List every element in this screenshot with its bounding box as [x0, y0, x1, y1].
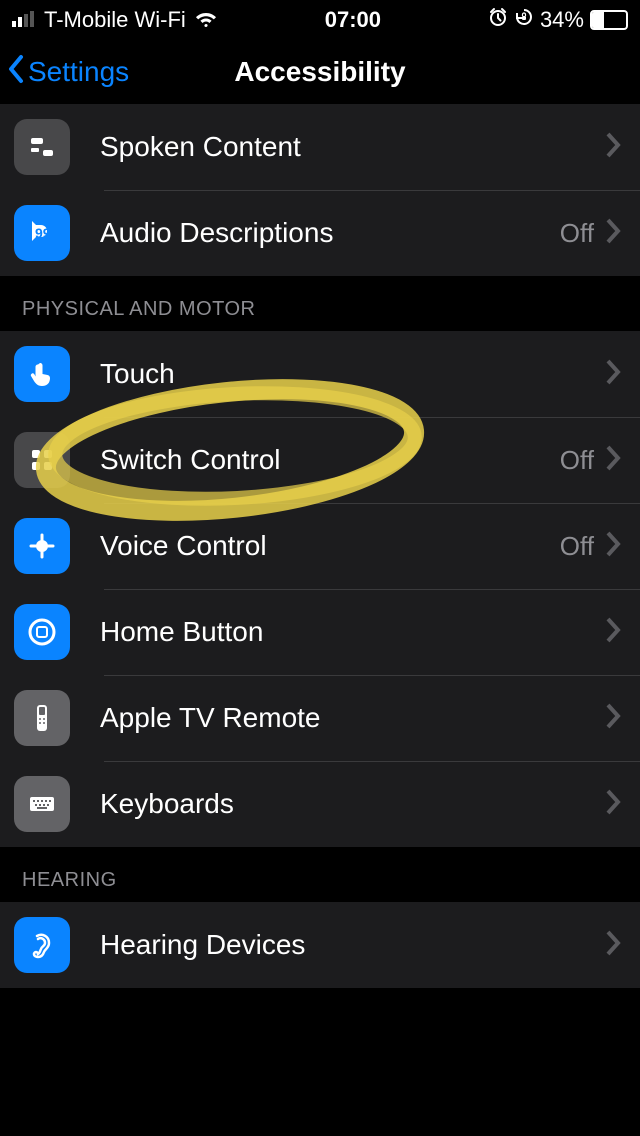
- clock: 07:00: [325, 7, 381, 33]
- group-header-hearing: HEARING: [0, 847, 640, 902]
- row-label: Voice Control: [100, 530, 560, 562]
- back-button[interactable]: Settings: [0, 54, 129, 91]
- row-label: Switch Control: [100, 444, 560, 476]
- battery-pct: 34%: [540, 7, 584, 33]
- orientation-lock-icon: [514, 7, 534, 33]
- group-hearing: Hearing Devices: [0, 902, 640, 988]
- battery-icon: [590, 10, 628, 30]
- row-home-button[interactable]: Home Button: [0, 589, 640, 675]
- chevron-right-icon: [604, 131, 622, 164]
- svg-text:99: 99: [35, 225, 51, 241]
- chevron-right-icon: [604, 217, 622, 250]
- row-audio-descriptions[interactable]: 99 Audio Descriptions Off: [0, 190, 640, 276]
- signal-icon: [12, 7, 36, 33]
- chevron-right-icon: [604, 358, 622, 391]
- row-switch-control[interactable]: Switch Control Off: [0, 417, 640, 503]
- group-top: Spoken Content 99 Audio Descriptions Off: [0, 104, 640, 276]
- chevron-left-icon: [6, 54, 26, 91]
- chevron-right-icon: [604, 444, 622, 477]
- row-apple-tv-remote[interactable]: Apple TV Remote: [0, 675, 640, 761]
- chevron-right-icon: [604, 788, 622, 821]
- voice-control-icon: [14, 518, 70, 574]
- row-hearing-devices[interactable]: Hearing Devices: [0, 902, 640, 988]
- spoken-content-icon: [14, 119, 70, 175]
- row-label: Apple TV Remote: [100, 702, 604, 734]
- keyboards-icon: [14, 776, 70, 832]
- group-motor: Touch Switch Control Off Voice Control O…: [0, 331, 640, 847]
- hearing-devices-icon: [14, 917, 70, 973]
- chevron-right-icon: [604, 530, 622, 563]
- status-bar: T-Mobile Wi-Fi 07:00 34%: [0, 0, 640, 40]
- row-label: Home Button: [100, 616, 604, 648]
- audio-descriptions-icon: 99: [14, 205, 70, 261]
- row-label: Audio Descriptions: [100, 217, 560, 249]
- chevron-right-icon: [604, 702, 622, 735]
- row-label: Spoken Content: [100, 131, 604, 163]
- row-voice-control[interactable]: Voice Control Off: [0, 503, 640, 589]
- back-label: Settings: [28, 56, 129, 88]
- row-label: Hearing Devices: [100, 929, 604, 961]
- row-label: Touch: [100, 358, 604, 390]
- row-spoken-content[interactable]: Spoken Content: [0, 104, 640, 190]
- chevron-right-icon: [604, 929, 622, 962]
- alarm-icon: [488, 7, 508, 33]
- chevron-right-icon: [604, 616, 622, 649]
- wifi-icon: [194, 7, 218, 33]
- row-value: Off: [560, 445, 594, 476]
- switch-control-icon: [14, 432, 70, 488]
- row-label: Keyboards: [100, 788, 604, 820]
- row-value: Off: [560, 531, 594, 562]
- nav-bar: Settings Accessibility: [0, 40, 640, 104]
- row-value: Off: [560, 218, 594, 249]
- home-button-icon: [14, 604, 70, 660]
- group-header-motor: PHYSICAL AND MOTOR: [0, 276, 640, 331]
- apple-tv-remote-icon: [14, 690, 70, 746]
- row-keyboards[interactable]: Keyboards: [0, 761, 640, 847]
- carrier-label: T-Mobile Wi-Fi: [44, 7, 186, 33]
- row-touch[interactable]: Touch: [0, 331, 640, 417]
- touch-icon: [14, 346, 70, 402]
